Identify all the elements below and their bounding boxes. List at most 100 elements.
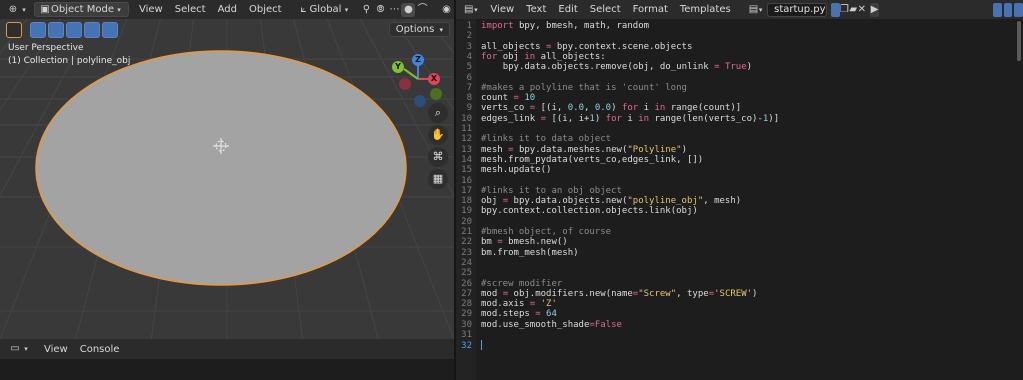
menu-select[interactable]: Select: [169, 4, 212, 15]
code-line[interactable]: 24: [456, 258, 481, 268]
line-number: 2: [466, 31, 472, 42]
code-line[interactable]: 22 bm = bmesh.new(): [456, 237, 568, 247]
snap-icon[interactable]: ⦾: [373, 3, 387, 17]
camera-icon[interactable]: ⌘: [428, 147, 448, 167]
select-intersect-icon[interactable]: [102, 22, 118, 38]
gizmo-z-axis[interactable]: Z: [412, 54, 424, 66]
gizmo-x-axis[interactable]: X: [428, 73, 440, 85]
duplicate-icon[interactable]: ❐: [840, 3, 849, 17]
code-line[interactable]: 27 mod = obj.modifiers.new(name="Screw", …: [456, 289, 757, 299]
visibility-icon[interactable]: ◉: [439, 3, 453, 17]
pivot-icon[interactable]: ⚲: [359, 3, 373, 17]
editor-menu-format[interactable]: Format: [627, 4, 674, 15]
editor-scrollbar[interactable]: [1017, 21, 1021, 61]
select-invert-icon[interactable]: [84, 22, 100, 38]
gizmo-neg-y-axis[interactable]: [430, 88, 442, 100]
word-wrap-toggle-icon[interactable]: [1003, 2, 1013, 17]
menu-view[interactable]: View: [133, 4, 169, 15]
gizmo-y-axis[interactable]: Y: [392, 61, 404, 73]
code-line[interactable]: 17 #links it to an obj object: [456, 186, 622, 196]
python-console[interactable]: [0, 359, 454, 380]
line-number: 30: [461, 319, 472, 330]
fake-user-shield-icon[interactable]: [831, 2, 840, 17]
code-line[interactable]: 8 count = 10: [456, 93, 536, 103]
grid-view-icon[interactable]: ▦: [428, 169, 448, 189]
line-number: 11: [461, 124, 472, 134]
code-line[interactable]: 15 mesh.update(): [456, 165, 551, 175]
code-line[interactable]: 32: [456, 340, 482, 351]
line-number: 13: [461, 144, 472, 155]
menu-add[interactable]: Add: [212, 4, 243, 15]
mode-dropdown[interactable]: ▣ Object Mode ▾: [34, 2, 129, 17]
transform-orientation-dropdown[interactable]: ⟀ Global ▾: [294, 2, 356, 17]
falloff-icon[interactable]: ⌒: [415, 3, 429, 17]
code-line[interactable]: 4 for obj in all_objects:: [456, 52, 606, 62]
chevron-down-icon[interactable]: ▾: [22, 342, 30, 356]
code-line[interactable]: 7 #makes a polyline that is 'count' long: [456, 83, 687, 93]
code-line[interactable]: 9 verts_co = [(i, 0.0, 0.0) for i in rang…: [456, 103, 742, 113]
select-subtract-icon[interactable]: [66, 22, 82, 38]
text-datablock-icon[interactable]: ▤: [749, 3, 758, 17]
hand-pan-icon[interactable]: ✋: [428, 125, 448, 145]
chevron-down-icon[interactable]: ▾: [473, 3, 478, 17]
line-number: 4: [466, 51, 472, 62]
3d-viewport[interactable]: Options ▾ User Perspective (1) Collectio…: [0, 19, 454, 339]
code-line[interactable]: 21 #bmesh object, of course: [456, 227, 611, 237]
editor-menu-select[interactable]: Select: [584, 4, 627, 15]
select-new-icon[interactable]: [30, 22, 46, 38]
code-line[interactable]: 25: [456, 268, 481, 278]
code-line[interactable]: 11: [456, 124, 481, 134]
code-line[interactable]: 2: [456, 31, 481, 41]
menu-object[interactable]: Object: [243, 4, 288, 15]
code-line[interactable]: 16: [456, 176, 481, 186]
line-number: 32: [461, 340, 472, 351]
editor-menu-edit[interactable]: Edit: [552, 4, 583, 15]
unlink-x-icon[interactable]: ✕: [858, 3, 867, 17]
run-script-icon[interactable]: ▶: [870, 2, 879, 17]
code-line[interactable]: 23 bm.from_mesh(mesh): [456, 248, 578, 258]
code-line[interactable]: 14 mesh.from_pydata(verts_co,edges_link, …: [456, 155, 703, 165]
editor-menu-text[interactable]: Text: [520, 4, 552, 15]
line-number: 24: [461, 257, 472, 268]
code-line[interactable]: 19 bpy.context.collection.objects.link(ob…: [456, 206, 698, 216]
editor-menu-view[interactable]: View: [484, 4, 520, 15]
line-numbers-toggle-icon[interactable]: [992, 2, 1002, 17]
chevron-down-icon[interactable]: ▾: [758, 3, 763, 17]
open-folder-icon[interactable]: ▰: [849, 3, 858, 17]
code-line[interactable]: 29 mod.steps = 64: [456, 309, 557, 319]
editor-menu-templates[interactable]: Templates: [674, 4, 737, 15]
code-line[interactable]: 30 mod.use_smooth_shade=False: [456, 320, 622, 330]
code-line[interactable]: 18 obj = bpy.data.objects.new("polyline_o…: [456, 196, 741, 206]
code-line[interactable]: 6: [456, 73, 481, 83]
code-line[interactable]: 20: [456, 217, 481, 227]
gizmo-neg-x-axis[interactable]: [399, 78, 411, 90]
code-line[interactable]: 5 bpy.data.objects.remove(obj, do_unlink…: [456, 62, 752, 72]
text-editor-icon[interactable]: ▤: [464, 3, 473, 17]
code-line[interactable]: 26 #screw modifier: [456, 279, 562, 289]
editor-type-icon[interactable]: ⊕: [6, 3, 20, 17]
zoom-icon[interactable]: ⌕: [428, 103, 448, 123]
code-line[interactable]: 13 mesh = bpy.data.meshes.new("Polyline"): [456, 145, 687, 155]
options-dropdown[interactable]: Options ▾: [388, 22, 450, 37]
console-menu-view[interactable]: View: [38, 344, 74, 355]
code-line[interactable]: 10 edges_link = [(i, i+1) for i in range(…: [456, 114, 779, 124]
snap-target-icon[interactable]: ⋯: [387, 3, 401, 17]
navigation-gizmo[interactable]: Z Y X: [386, 51, 446, 111]
gizmo-neg-z-axis[interactable]: [414, 95, 426, 107]
code-editor[interactable]: 1 import bpy, bmesh, math, random 2 3 all_ob…: [456, 19, 1023, 380]
console-editor-icon[interactable]: ▭: [8, 342, 22, 356]
screw-mesh-disc[interactable]: [35, 50, 407, 286]
select-box-tool-icon[interactable]: [6, 22, 22, 38]
console-menu-console[interactable]: Console: [74, 344, 126, 355]
object-mode-icon: ▣: [40, 3, 50, 15]
chevron-down-icon[interactable]: ▾: [20, 3, 28, 17]
code-line[interactable]: 3 all_objects = bpy.context.scene.objects: [456, 42, 693, 52]
proportional-edit-icon[interactable]: ●: [401, 2, 416, 17]
syntax-highlight-toggle-icon[interactable]: [1014, 2, 1023, 17]
code-line[interactable]: 31: [456, 330, 481, 340]
select-extend-icon[interactable]: [48, 22, 64, 38]
code-line[interactable]: 12 #links it to data object: [456, 134, 611, 144]
filename-field[interactable]: startup.py: [767, 2, 828, 17]
code-line[interactable]: 28 mod.axis = 'Z': [456, 299, 557, 309]
code-line[interactable]: 1 import bpy, bmesh, math, random: [456, 21, 649, 31]
